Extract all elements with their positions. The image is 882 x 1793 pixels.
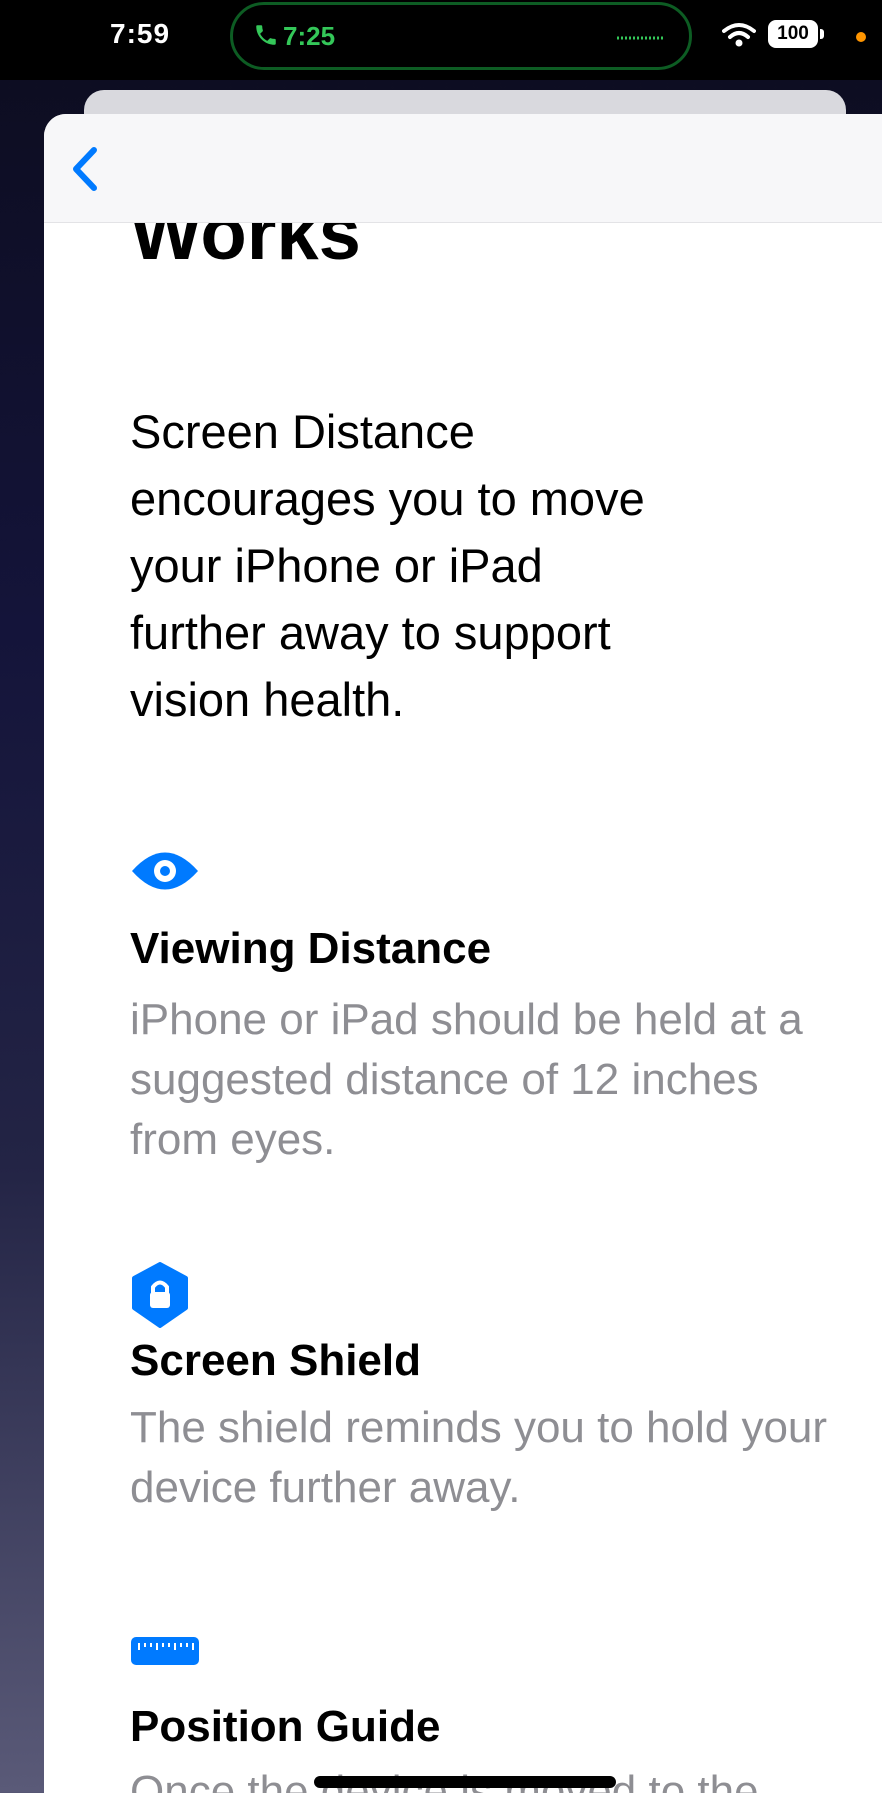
call-indicator-pill[interactable]: 7:25 [230,2,692,70]
status-time: 7:59 [110,18,171,49]
battery-icon: 100 [768,20,824,50]
audio-waveform-icon [617,36,665,40]
feature-title: Viewing Distance [130,924,492,973]
phone-icon [256,25,276,45]
feature-title: Screen Shield [130,1336,422,1385]
back-chevron-icon[interactable] [66,142,106,196]
shield-lock-icon [132,1262,188,1328]
home-indicator[interactable] [314,1776,616,1788]
feature-description: iPhone or iPad should be held at a sugge… [130,995,803,1164]
screen-distance-sheet: Works Screen Distance encourages you to … [44,114,882,1793]
ruler-icon [131,1637,199,1665]
eye-icon [132,852,198,890]
privacy-indicator-dot [856,32,866,42]
feature-title: Position Guide [130,1702,441,1751]
status-bar: 7:59 7:25 100 [0,0,882,80]
wifi-icon [722,23,756,47]
intro-text: Screen Distance encourages you to move y… [130,405,645,726]
feature-description: The shield reminds you to hold your devi… [130,1403,828,1512]
navigation-bar [44,114,882,223]
battery-level: 100 [768,20,818,48]
call-duration: 7:25 [283,21,336,51]
battery-tip [820,29,824,39]
